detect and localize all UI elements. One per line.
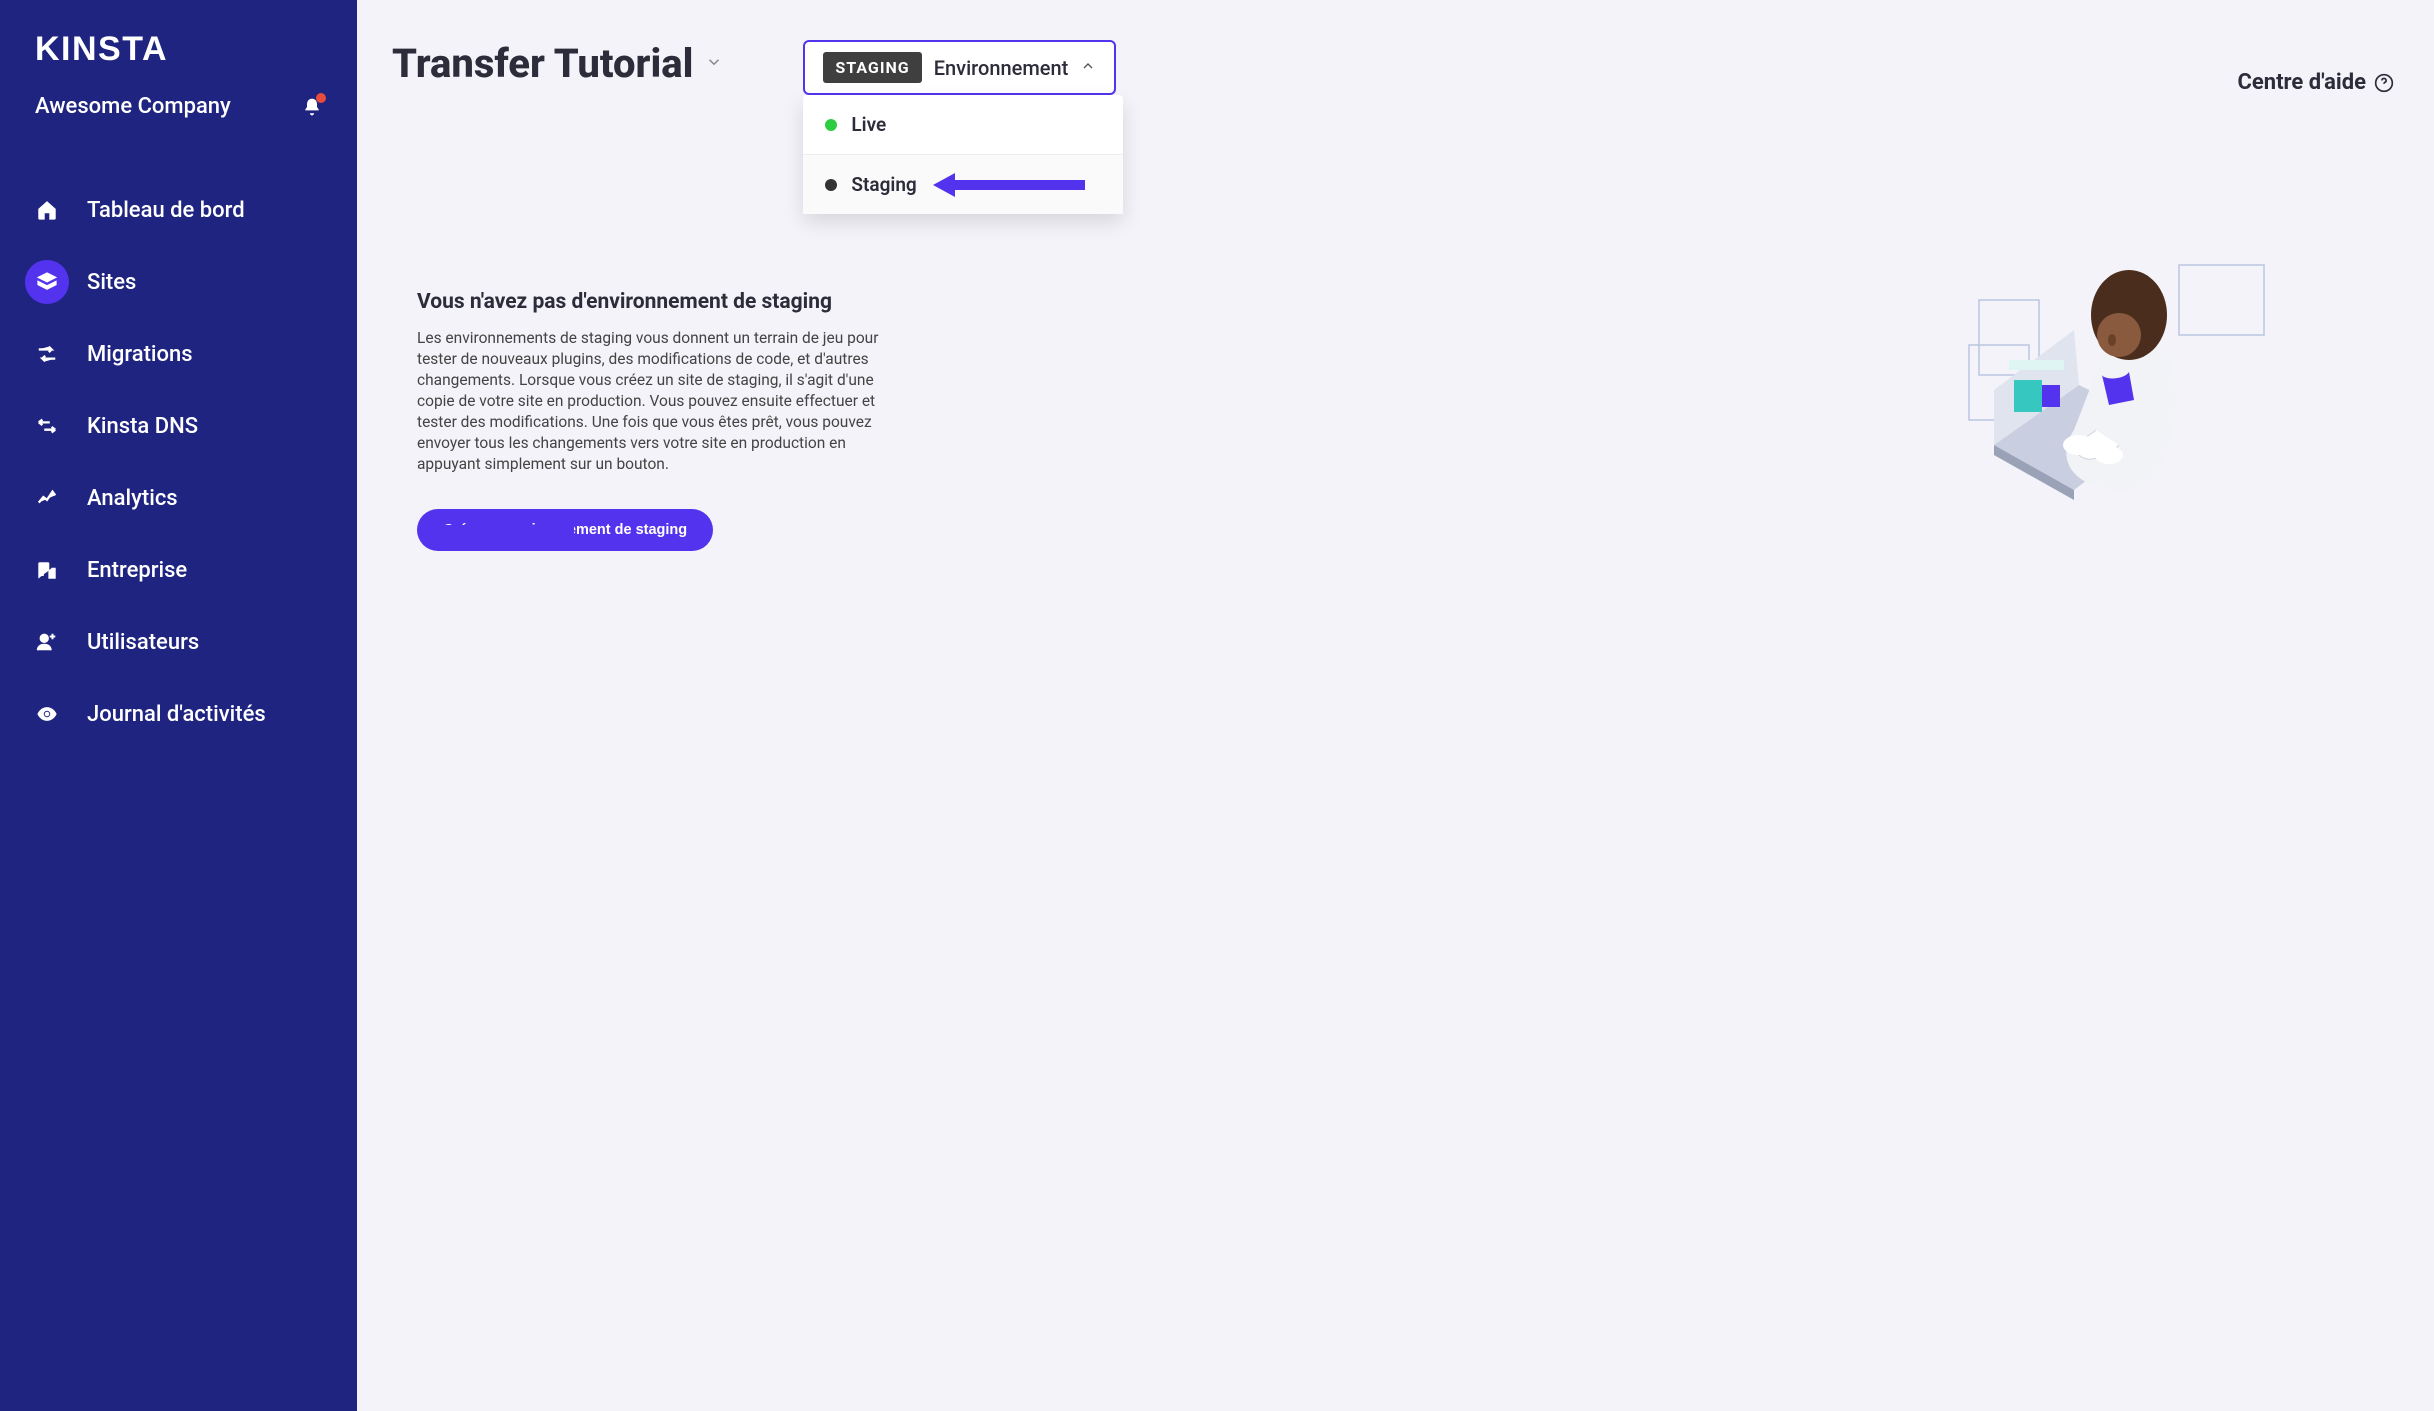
illustration-person-laptop bbox=[1924, 230, 2284, 530]
notifications-bell[interactable] bbox=[302, 97, 322, 117]
help-center-link[interactable]: Centre d'aide bbox=[2237, 70, 2394, 95]
logo: KINSTA bbox=[0, 25, 357, 79]
sidebar-item-label: Tableau de bord bbox=[87, 198, 245, 223]
sidebar-item-users[interactable]: Utilisateurs bbox=[0, 606, 357, 678]
environment-label: Environnement bbox=[934, 56, 1069, 80]
sidebar-item-activity[interactable]: Journal d'activités bbox=[0, 678, 357, 750]
sidebar-item-dashboard[interactable]: Tableau de bord bbox=[0, 174, 357, 246]
sidebar-item-label: Sites bbox=[87, 270, 136, 295]
sidebar-item-label: Journal d'activités bbox=[87, 702, 266, 727]
empty-state-description: Les environnements de staging vous donne… bbox=[417, 328, 897, 474]
environment-dropdown: Live Staging bbox=[803, 95, 1123, 214]
company-name[interactable]: Awesome Company bbox=[35, 94, 231, 119]
top-bar: Transfer Tutorial STAGING Environnement … bbox=[392, 40, 2394, 95]
sidebar-item-label: Entreprise bbox=[87, 558, 187, 583]
dns-icon bbox=[25, 404, 69, 448]
sidebar-item-migrations[interactable]: Migrations bbox=[0, 318, 357, 390]
empty-state-heading: Vous n'avez pas d'environnement de stagi… bbox=[417, 290, 897, 314]
migrations-icon bbox=[25, 332, 69, 376]
environment-button[interactable]: STAGING Environnement bbox=[803, 40, 1116, 95]
activity-icon bbox=[25, 692, 69, 736]
status-dot-live bbox=[825, 119, 837, 131]
help-center-label: Centre d'aide bbox=[2237, 70, 2366, 95]
sites-icon bbox=[25, 260, 69, 304]
environment-option-label: Live bbox=[851, 113, 886, 136]
company-row: Awesome Company bbox=[0, 79, 357, 154]
environment-selector: STAGING Environnement Live Staging bbox=[803, 40, 1116, 95]
sidebar-item-label: Analytics bbox=[87, 486, 178, 511]
annotation-arrow bbox=[933, 173, 1085, 197]
help-icon bbox=[2374, 73, 2394, 93]
company-icon bbox=[25, 548, 69, 592]
sidebar-item-company[interactable]: Entreprise bbox=[0, 534, 357, 606]
chevron-down-icon bbox=[705, 53, 723, 75]
users-icon bbox=[25, 620, 69, 664]
notification-dot bbox=[316, 93, 326, 103]
environment-badge: STAGING bbox=[823, 52, 921, 83]
home-icon bbox=[25, 188, 69, 232]
empty-staging-content: Vous n'avez pas d'environnement de stagi… bbox=[392, 290, 2394, 551]
annotation-arrow bbox=[417, 518, 574, 542]
logo-text: KINSTA bbox=[35, 30, 322, 69]
status-dot-staging bbox=[825, 179, 837, 191]
sidebar-item-analytics[interactable]: Analytics bbox=[0, 462, 357, 534]
sidebar-item-label: Utilisateurs bbox=[87, 630, 199, 655]
sidebar-item-dns[interactable]: Kinsta DNS bbox=[0, 390, 357, 462]
site-title-selector[interactable]: Transfer Tutorial bbox=[392, 40, 723, 87]
sidebar-item-label: Migrations bbox=[87, 342, 193, 367]
analytics-icon bbox=[25, 476, 69, 520]
environment-option-live[interactable]: Live bbox=[803, 95, 1123, 154]
environment-option-label: Staging bbox=[851, 173, 916, 196]
environment-option-staging[interactable]: Staging bbox=[803, 154, 1123, 214]
site-title: Transfer Tutorial bbox=[392, 40, 693, 87]
sidebar-nav: Tableau de bord Sites Migrations Kinsta … bbox=[0, 154, 357, 750]
sidebar-item-sites[interactable]: Sites bbox=[0, 246, 357, 318]
sidebar: KINSTA Awesome Company Tableau de bord S… bbox=[0, 0, 357, 1411]
main: Transfer Tutorial STAGING Environnement … bbox=[357, 0, 2434, 1411]
chevron-up-icon bbox=[1080, 58, 1096, 78]
sidebar-item-label: Kinsta DNS bbox=[87, 414, 198, 439]
